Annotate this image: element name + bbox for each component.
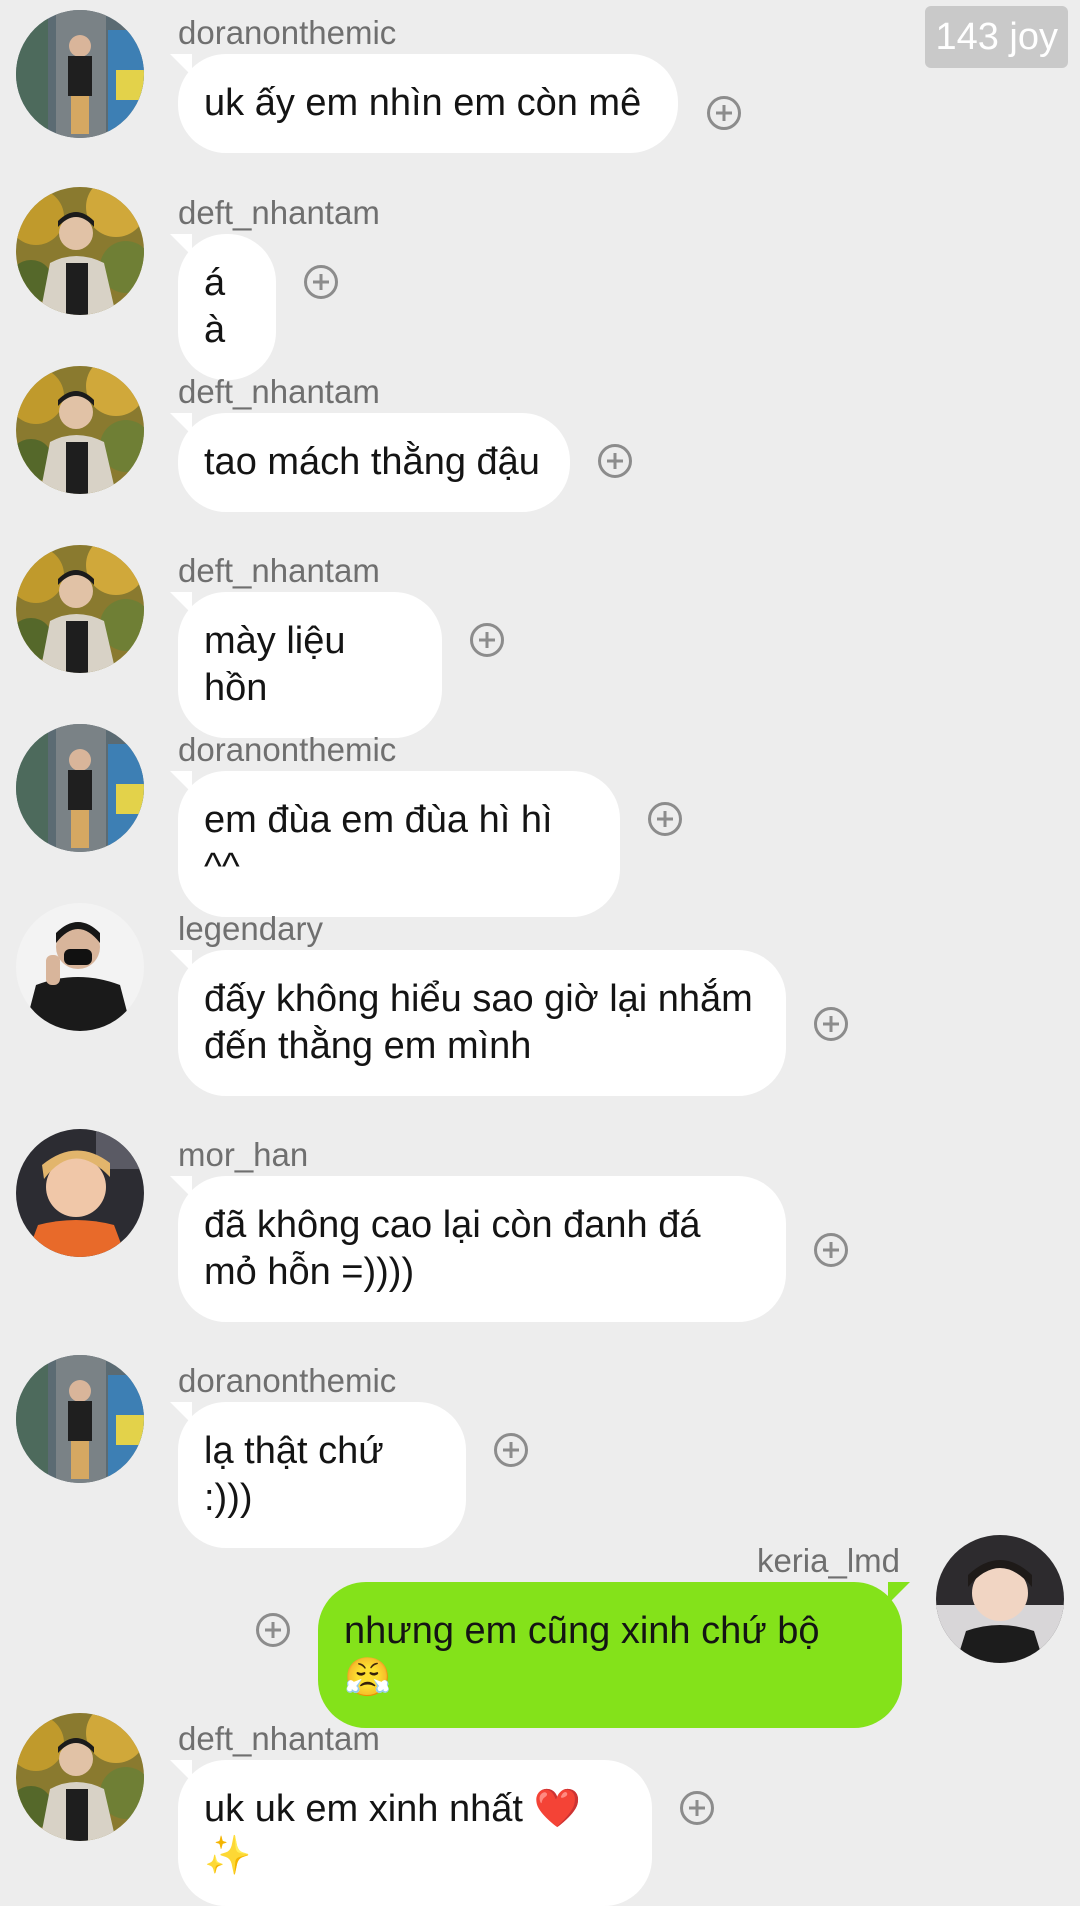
message-row: mor_han đã không cao lại còn đanh đá mỏ … bbox=[0, 1129, 1080, 1329]
message-row: deft_nhantam mày liệu hồn bbox=[0, 545, 1080, 738]
add-reaction-icon[interactable] bbox=[598, 444, 632, 478]
message-row: legendary đấy không hiểu sao giờ lại nhắ… bbox=[0, 903, 1080, 1103]
message-bubble[interactable]: nhưng em cũng xinh chứ bộ 😤 bbox=[318, 1582, 902, 1728]
sender-name: doranonthemic bbox=[178, 731, 397, 768]
add-reaction-icon[interactable] bbox=[256, 1613, 290, 1647]
avatar[interactable] bbox=[16, 903, 144, 1031]
message-bubble[interactable]: uk uk em xinh nhất ❤️✨ bbox=[178, 1760, 652, 1906]
message-bubble[interactable]: đấy không hiểu sao giờ lại nhắm đến thằn… bbox=[178, 950, 786, 1096]
message-row-outgoing: keria_lmd nhưng em cũng xinh chứ bộ 😤 bbox=[0, 1535, 1080, 1728]
sender-name: legendary bbox=[178, 910, 323, 947]
message-bubble[interactable]: uk ấy em nhìn em còn mê bbox=[178, 54, 678, 153]
avatar[interactable] bbox=[16, 545, 144, 673]
message-bubble[interactable]: tao mách thằng đậu bbox=[178, 413, 570, 512]
sender-name: deft_nhantam bbox=[178, 373, 380, 410]
message-row: doranonthemic uk ấy em nhìn em còn mê bbox=[0, 8, 1080, 153]
message-row: deft_nhantam tao mách thằng đậu bbox=[0, 366, 1080, 512]
sender-name: deft_nhantam bbox=[178, 1720, 380, 1757]
add-reaction-icon[interactable] bbox=[648, 802, 682, 836]
sender-name: deft_nhantam bbox=[178, 194, 380, 231]
add-reaction-icon[interactable] bbox=[304, 265, 338, 299]
sender-name: keria_lmd bbox=[756, 1542, 900, 1579]
add-reaction-icon[interactable] bbox=[814, 1007, 848, 1041]
avatar[interactable] bbox=[16, 1355, 144, 1483]
message-row: deft_nhantam á à bbox=[0, 187, 1080, 380]
message-row: doranonthemic em đùa em đùa hì hì ^^ bbox=[0, 724, 1080, 917]
sender-name: doranonthemic bbox=[178, 1362, 397, 1399]
message-bubble[interactable]: mày liệu hồn bbox=[178, 592, 442, 738]
avatar[interactable] bbox=[16, 366, 144, 494]
message-row: deft_nhantam uk uk em xinh nhất ❤️✨ bbox=[0, 1713, 1080, 1906]
message-bubble[interactable]: đã không cao lại còn đanh đá mỏ hỗn =)))… bbox=[178, 1176, 786, 1322]
avatar[interactable] bbox=[16, 1713, 144, 1841]
message-bubble[interactable]: lạ thật chứ :))) bbox=[178, 1402, 466, 1548]
avatar[interactable] bbox=[16, 10, 144, 138]
avatar[interactable] bbox=[16, 724, 144, 852]
add-reaction-icon[interactable] bbox=[707, 96, 741, 130]
add-reaction-icon[interactable] bbox=[470, 623, 504, 657]
message-bubble[interactable]: á à bbox=[178, 234, 276, 380]
avatar[interactable] bbox=[936, 1535, 1064, 1663]
add-reaction-icon[interactable] bbox=[494, 1433, 528, 1467]
add-reaction-icon[interactable] bbox=[814, 1233, 848, 1267]
sender-name: deft_nhantam bbox=[178, 552, 380, 589]
avatar[interactable] bbox=[16, 187, 144, 315]
avatar[interactable] bbox=[16, 1129, 144, 1257]
message-bubble[interactable]: em đùa em đùa hì hì ^^ bbox=[178, 771, 620, 917]
message-row: doranonthemic lạ thật chứ :))) bbox=[0, 1355, 1080, 1548]
sender-name: mor_han bbox=[178, 1136, 309, 1173]
add-reaction-icon[interactable] bbox=[680, 1791, 714, 1825]
sender-name: doranonthemic bbox=[178, 14, 397, 51]
